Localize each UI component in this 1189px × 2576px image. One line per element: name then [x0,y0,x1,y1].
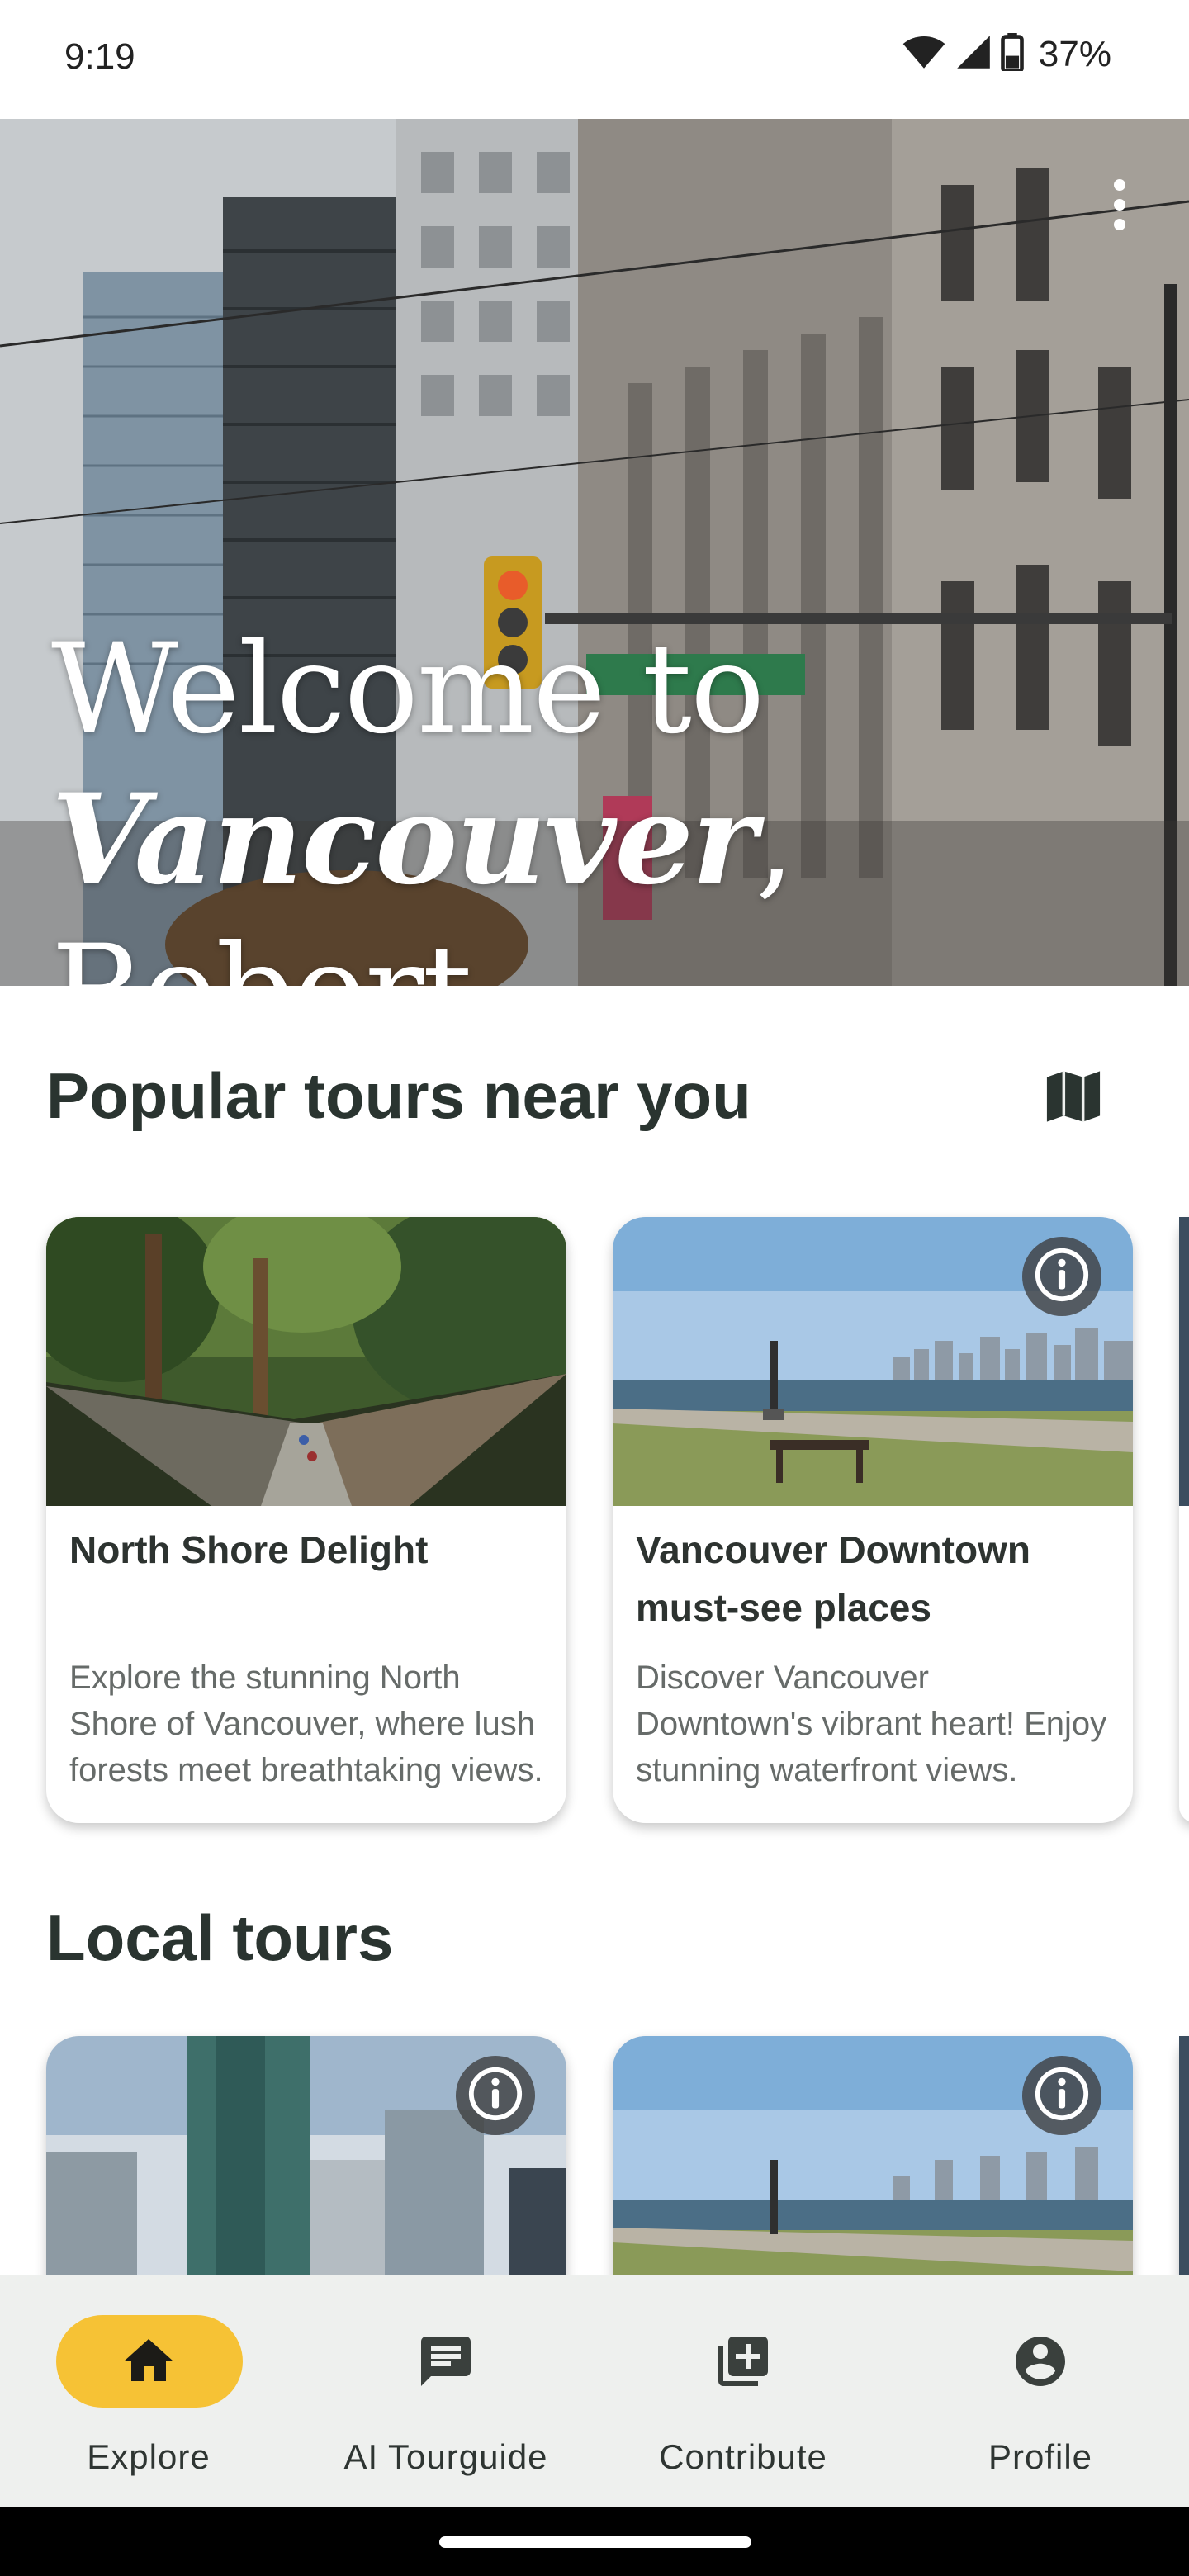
info-badge[interactable] [1022,1237,1101,1316]
wifi-icon [902,34,946,74]
home-icon [116,2328,182,2394]
tour-card-description: Discover Vancouver Downtown's vibrant he… [636,1660,1107,1788]
nav-item-explore[interactable]: Explore [0,2275,297,2507]
add-box-icon [710,2328,776,2394]
info-badge[interactable] [1022,2056,1101,2135]
map-button[interactable] [1032,1057,1115,1139]
status-time: 9:19 [64,36,135,77]
tour-card-vancouver-downtown[interactable]: Vancouver Downtown must-see places Disco… [613,1217,1133,1823]
info-badge[interactable] [456,2056,535,2135]
nav-label-ai-tourguide: AI Tourguide [343,2437,548,2476]
nav-label-contribute: Contribute [659,2437,827,2476]
map-icon [1045,1069,1102,1128]
tour-card-title: Vancouver Downtown must-see places [636,1528,1030,1629]
account-circle-icon [1007,2328,1073,2394]
nav-item-contribute[interactable]: Contribute [594,2275,892,2507]
accessibility-icon [1033,2065,1091,2127]
greeting-line1: Welcome to [51,618,765,761]
accessibility-icon [467,2065,524,2127]
bottom-navigation: Explore AI Tourguide Contribute Profile [0,2275,1189,2507]
cell-signal-icon [955,34,992,74]
battery-percent: 37% [1038,33,1111,74]
nav-label-explore: Explore [87,2437,211,2476]
nav-item-ai-tourguide[interactable]: AI Tourguide [297,2275,594,2507]
greeting-city: Vancouver [51,767,757,912]
nav-item-profile[interactable]: Profile [892,2275,1189,2507]
status-icons: 37% [902,33,1111,75]
status-bar: 9:19 37% [0,0,1189,119]
tour-card-description: Explore the stunning North Shore of Vanc… [69,1660,543,1788]
tour-card-partial[interactable] [1179,1217,1189,1823]
tour-card-title: North Shore Delight [69,1528,429,1571]
hero-banner: Welcome to Vancouver, Robert [0,119,1189,986]
hero-greeting: Welcome to Vancouver, Robert [51,614,1189,986]
popular-section-title: Popular tours near you [46,1059,751,1132]
battery-icon [1001,33,1024,75]
local-section-title: Local tours [46,1901,394,1974]
tour-card-north-shore[interactable]: North Shore Delight Explore the stunning… [46,1217,566,1823]
greeting-line2: Vancouver, Robert [51,765,1189,986]
more-vert-icon[interactable] [1103,175,1136,249]
system-gesture-bar [0,2507,1189,2576]
nav-label-profile: Profile [988,2437,1093,2476]
tour-card-photo [46,1217,566,1506]
chat-icon [413,2328,479,2394]
gesture-handle[interactable] [439,2536,751,2548]
accessibility-icon [1033,1246,1091,1308]
